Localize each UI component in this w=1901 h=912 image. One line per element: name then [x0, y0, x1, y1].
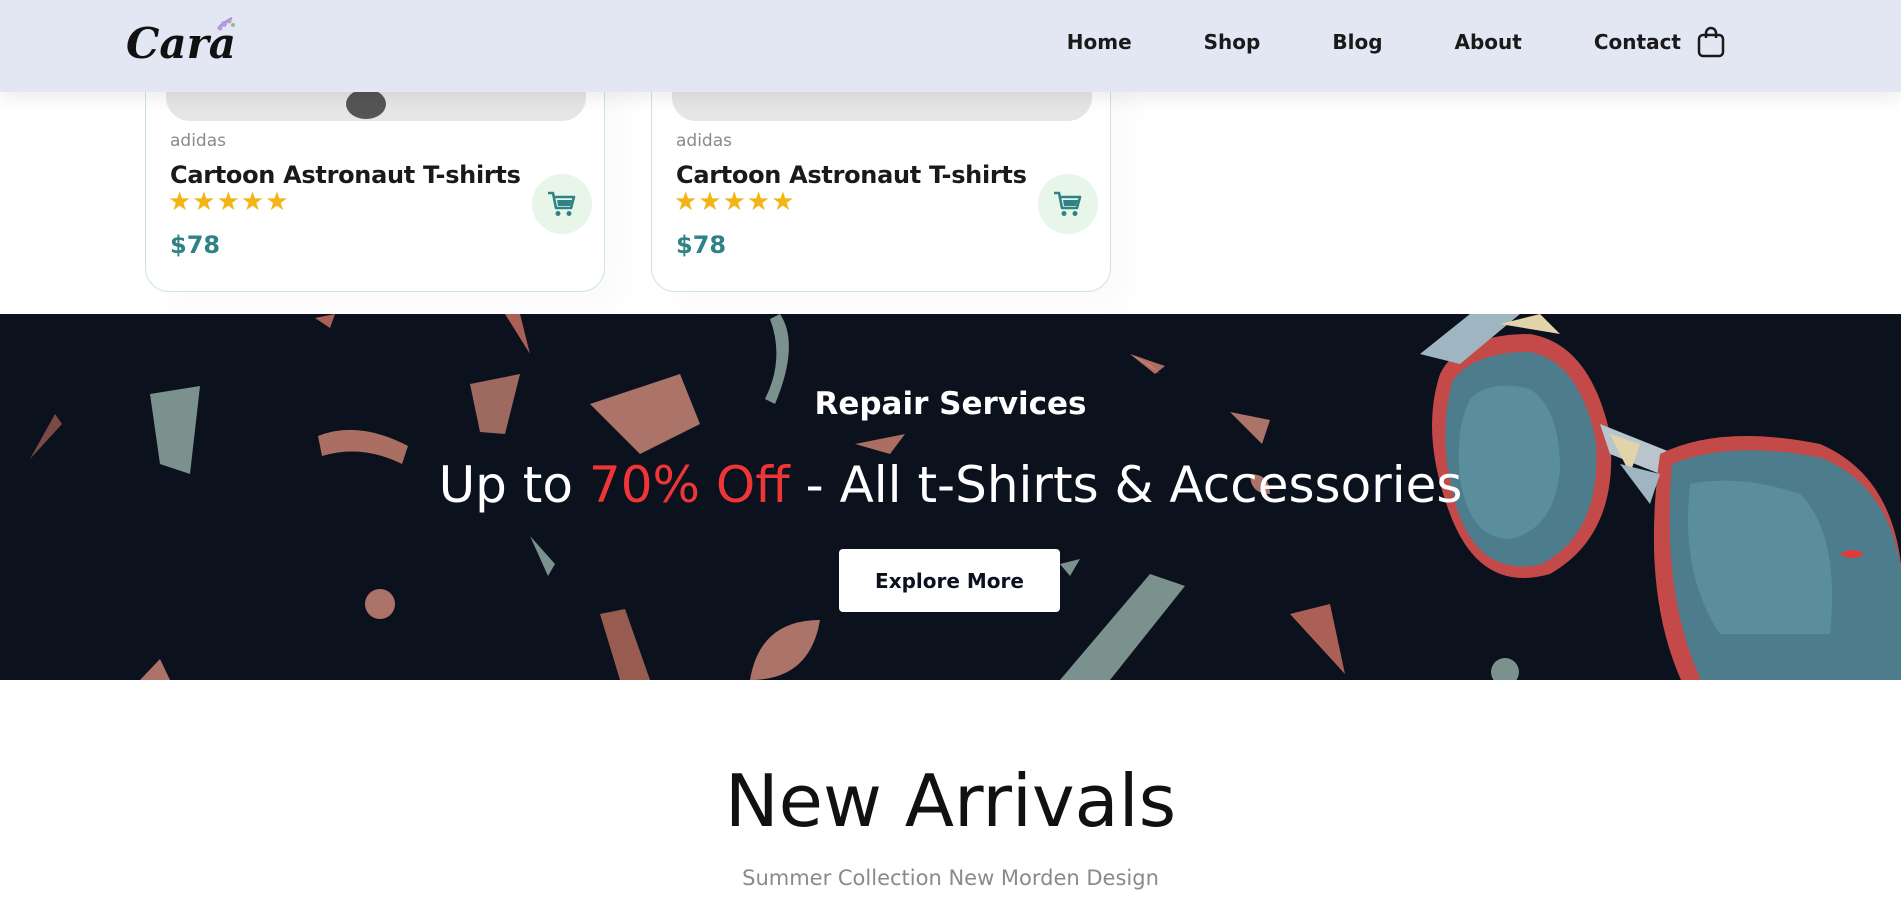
product-name: Cartoon Astronaut T-shirts	[676, 161, 1027, 189]
nav-shop[interactable]: Shop	[1204, 30, 1261, 54]
star-rating: ★★★★★	[674, 187, 796, 217]
product-price: $78	[170, 231, 221, 259]
nav-about[interactable]: About	[1455, 30, 1522, 54]
banner-title-prefix: Up to	[438, 456, 589, 514]
banner-title: Up to 70% Off - All t-Shirts & Accessori…	[0, 456, 1901, 514]
star-rating: ★★★★★	[168, 187, 290, 217]
nav-contact[interactable]: Contact	[1594, 30, 1681, 54]
cart-icon	[1054, 191, 1082, 216]
explore-more-button[interactable]: Explore More	[839, 549, 1060, 612]
promo-banner: Repair Services Up to 70% Off - All t-Sh…	[0, 314, 1901, 680]
nav-home[interactable]: Home	[1067, 30, 1132, 54]
product-name: Cartoon Astronaut T-shirts	[170, 161, 521, 189]
cart-icon	[548, 191, 576, 216]
add-to-cart-button[interactable]	[1038, 174, 1098, 234]
shopping-bag-icon[interactable]	[1697, 26, 1725, 58]
cara-logo[interactable]: Cara	[126, 16, 246, 68]
banner-title-accent: 70% Off	[588, 456, 790, 514]
main-nav: Home Shop Blog About Contact	[1067, 0, 1681, 84]
product-price: $78	[676, 231, 727, 259]
nav-blog[interactable]: Blog	[1332, 30, 1382, 54]
banner-title-suffix: - All t-Shirts & Accessories	[789, 456, 1463, 514]
new-arrivals-subtitle: Summer Collection New Morden Design	[742, 866, 1159, 890]
site-header: Cara Home Shop Blog About Contact	[0, 0, 1901, 92]
banner-subtitle: Repair Services	[814, 386, 1087, 422]
add-to-cart-button[interactable]	[532, 174, 592, 234]
new-arrivals-title: New Arrivals	[724, 759, 1177, 843]
product-brand: adidas	[676, 131, 732, 151]
product-brand: adidas	[170, 131, 226, 151]
